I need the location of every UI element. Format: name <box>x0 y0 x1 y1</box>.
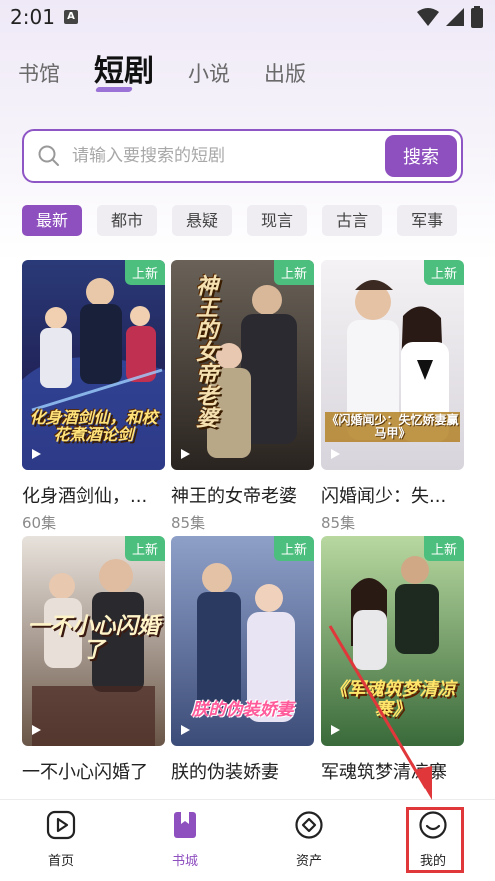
episode-count: 85集 <box>171 514 206 532</box>
tab-novel[interactable]: 小说 <box>188 58 230 94</box>
status-time: 2:01 <box>10 5 55 29</box>
signal-icon <box>446 8 464 26</box>
drama-poster: 上新 《闪婚闻少：失忆娇妻赢马甲》 <box>321 260 464 470</box>
play-icon <box>181 449 190 459</box>
chip-modern-romance[interactable]: 现言 <box>247 205 308 236</box>
notification-icon: A <box>64 10 78 24</box>
drama-poster: 上新 化身酒剑仙，和校花煮酒论剑 <box>22 260 165 470</box>
new-badge: 上新 <box>423 260 464 285</box>
poster-title-art: 神王的女帝老婆 <box>192 274 218 428</box>
annotation-highlight-box <box>406 807 464 873</box>
drama-title: 神王的女帝老婆 <box>171 486 297 507</box>
chip-military[interactable]: 军事 <box>397 205 458 236</box>
search-box: 搜索 <box>22 129 463 183</box>
play-square-icon <box>46 810 76 840</box>
nav-label: 首页 <box>47 854 74 869</box>
tab-library[interactable]: 书馆 <box>18 58 60 94</box>
nav-bookstore[interactable]: 书城 <box>145 810 225 869</box>
top-tabs: 书馆 短剧 小说 出版 <box>18 50 340 94</box>
chip-urban[interactable]: 都市 <box>97 205 158 236</box>
diamond-circle-icon <box>295 811 323 839</box>
drama-card[interactable]: 上新 《闪婚闻少：失忆娇妻赢马甲》 闪婚闻少：失... 85集 <box>321 260 464 533</box>
poster-title-art: 《军魂筑梦清凉寨》 <box>329 679 456 721</box>
drama-poster: 上新 《军魂筑梦清凉寨》 <box>321 536 464 746</box>
drama-card[interactable]: 上新 朕的伪装娇妻 朕的伪装娇妻 <box>171 536 314 784</box>
episode-count: 60集 <box>22 514 57 532</box>
drama-card[interactable]: 上新 《军魂筑梦清凉寨》 军魂筑梦清凉寨 <box>321 536 464 784</box>
tab-publishing[interactable]: 出版 <box>264 58 306 94</box>
play-icon <box>331 449 340 459</box>
poster-title-art: 一不小心闪婚了 <box>27 613 160 664</box>
chip-latest[interactable]: 最新 <box>22 205 83 236</box>
new-badge: 上新 <box>423 536 464 561</box>
drama-title: 朕的伪装娇妻 <box>171 762 279 783</box>
new-badge: 上新 <box>273 260 314 285</box>
drama-poster: 上新 朕的伪装娇妻 <box>171 536 314 746</box>
drama-card[interactable]: 上新 神王的女帝老婆 神王的女帝老婆 85集 <box>171 260 314 533</box>
chip-suspense[interactable]: 悬疑 <box>172 205 233 236</box>
nav-assets[interactable]: 资产 <box>269 810 349 869</box>
drama-poster: 上新 一不小心闪婚了 <box>22 536 165 746</box>
wifi-icon <box>417 8 439 26</box>
new-badge: 上新 <box>124 260 165 285</box>
search-button[interactable]: 搜索 <box>385 135 457 177</box>
status-bar: 2:01 A <box>0 0 495 34</box>
nav-label: 资产 <box>295 854 322 869</box>
play-icon <box>181 725 190 735</box>
drama-title: 一不小心闪婚了 <box>22 762 148 783</box>
tab-short-drama[interactable]: 短剧 <box>94 46 154 94</box>
drama-title: 军魂筑梦清凉寨 <box>321 762 447 783</box>
play-icon <box>331 725 340 735</box>
search-input[interactable] <box>72 141 372 171</box>
poster-title-art: 化身酒剑仙，和校花煮酒论剑 <box>29 407 158 445</box>
chip-ancient-romance[interactable]: 古言 <box>322 205 383 236</box>
drama-card[interactable]: 上新 一不小心闪婚了 一不小心闪婚了 <box>22 536 165 784</box>
category-chips: 最新 都市 悬疑 现言 古言 军事 <box>22 205 495 236</box>
bookmark-icon <box>174 812 196 838</box>
play-icon <box>32 449 41 459</box>
search-icon <box>38 145 59 166</box>
new-badge: 上新 <box>273 536 314 561</box>
nav-home[interactable]: 首页 <box>21 810 101 869</box>
drama-title: 化身酒剑仙，... <box>22 486 148 507</box>
new-badge: 上新 <box>124 536 165 561</box>
play-icon <box>32 725 41 735</box>
battery-icon <box>471 6 483 28</box>
drama-poster: 上新 神王的女帝老婆 <box>171 260 314 470</box>
poster-title-art: 《闪婚闻少：失忆娇妻赢马甲》 <box>325 411 460 442</box>
nav-label: 书城 <box>171 854 198 869</box>
episode-count: 85集 <box>321 514 356 532</box>
drama-card[interactable]: 上新 化身酒剑仙，和校花煮酒论剑 化身酒剑仙，... 60集 <box>22 260 165 533</box>
drama-title: 闪婚闻少：失... <box>321 486 447 507</box>
poster-title-art: 朕的伪装娇妻 <box>191 700 294 721</box>
